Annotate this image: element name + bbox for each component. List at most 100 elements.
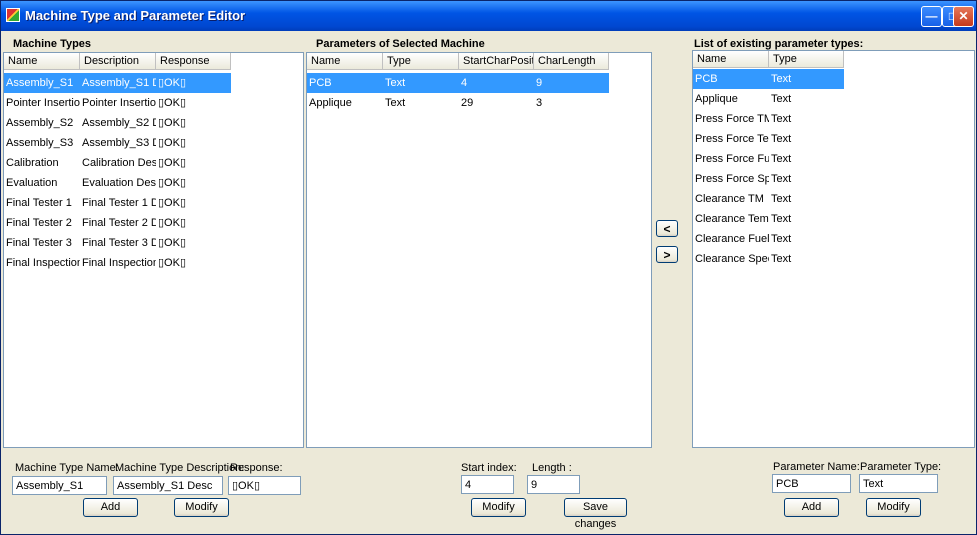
table-cell: Calibration: [6, 157, 59, 169]
column-header[interactable]: Type: [383, 53, 459, 70]
table-row[interactable]: Press Force FuelText: [693, 149, 844, 169]
table-cell: Assembly_S3 Desc: [82, 137, 156, 149]
column-header[interactable]: Type: [769, 51, 844, 68]
table-row[interactable]: Clearance Temp Text: [693, 209, 844, 229]
table-cell: ▯OK▯: [158, 97, 186, 109]
parameter-type-label: Parameter Type:: [860, 461, 942, 473]
table-row[interactable]: Assembly_S1 Assembly_S1 Desc▯OK▯: [4, 73, 231, 93]
table-cell: Clearance Speedo: [695, 253, 769, 265]
table-row[interactable]: Final Inspection Final Inspection ▯OK▯: [4, 253, 231, 273]
move-right-button[interactable]: >: [656, 246, 678, 263]
column-header-row: NameTypeStartCharPositionCharLength: [307, 53, 609, 70]
table-cell: Press Force Spee...: [695, 173, 769, 185]
table-cell: Clearance TM: [695, 193, 764, 205]
table-cell: 29: [461, 97, 474, 109]
modify-parameter-type-button[interactable]: Modify: [866, 498, 921, 517]
table-row[interactable]: PCB Text: [693, 69, 844, 89]
start-index-input[interactable]: [461, 475, 514, 494]
modify-machine-button[interactable]: Modify: [174, 498, 229, 517]
table-row[interactable]: Press Force TM Text: [693, 109, 844, 129]
table-cell: Clearance Fuel: [695, 233, 769, 245]
table-cell: Press Force TM: [695, 113, 769, 125]
table-cell: Assembly_S1 Desc: [82, 77, 156, 89]
table-cell: 3: [536, 97, 543, 109]
column-header[interactable]: Name: [693, 51, 769, 68]
column-header[interactable]: Response: [156, 53, 231, 70]
table-row[interactable]: Clearance Fuel Text: [693, 229, 844, 249]
table-cell: Text: [771, 213, 792, 225]
table-row[interactable]: Final Tester 1 Final Tester 1 Desc▯OK▯: [4, 193, 231, 213]
length-label: Length :: [532, 462, 572, 474]
table-cell: Text: [771, 93, 792, 105]
parameter-type-input[interactable]: [859, 474, 938, 493]
response-input[interactable]: [228, 476, 301, 495]
table-row[interactable]: Applique Text: [693, 89, 844, 109]
column-header[interactable]: Name: [4, 53, 80, 70]
table-cell: Final Tester 3 Desc: [82, 237, 156, 249]
save-changes-button[interactable]: Save changes: [564, 498, 627, 530]
table-cell: Applique: [695, 93, 738, 105]
machine-desc-input[interactable]: [113, 476, 223, 495]
machine-name-label: Machine Type Name:: [15, 462, 119, 474]
table-row[interactable]: Calibration Calibration Desc ▯OK▯: [4, 153, 231, 173]
table-cell: Assembly_S3: [6, 137, 74, 149]
table-row[interactable]: PCB Text 4 9: [307, 73, 609, 93]
table-row[interactable]: Final Tester 3 Final Tester 3 Desc▯OK▯: [4, 233, 231, 253]
table-cell: ▯OK▯: [158, 197, 186, 209]
table-cell: ▯OK▯: [158, 257, 186, 269]
column-header-row: Name Description Response: [4, 53, 231, 70]
table-cell: Clearance Temp: [695, 213, 769, 225]
column-header[interactable]: Description: [80, 53, 156, 70]
column-header[interactable]: StartCharPosition: [459, 53, 534, 70]
table-row[interactable]: Pointer InsertionPointer Insertion ...▯O…: [4, 93, 231, 113]
minimize-button[interactable]: —: [921, 6, 942, 27]
table-cell: PCB: [309, 77, 332, 89]
table-row[interactable]: Clearance SpeedoText: [693, 249, 844, 269]
table-cell: Text: [771, 233, 792, 245]
table-cell: Text: [771, 73, 792, 85]
table-cell: Text: [771, 253, 792, 265]
table-cell: ▯OK▯: [158, 117, 186, 129]
table-cell: Assembly_S2: [6, 117, 74, 129]
parameters-list[interactable]: NameTypeStartCharPositionCharLength PCB Te…: [306, 52, 652, 448]
param-types-list[interactable]: Name Type PCB Text Applique Text Press Force T…: [692, 50, 975, 448]
table-row[interactable]: Clearance TM Text: [693, 189, 844, 209]
machine-name-input[interactable]: [12, 476, 107, 495]
table-row[interactable]: Assembly_S2 Assembly_S2 Desc▯OK▯: [4, 113, 231, 133]
length-input[interactable]: [527, 475, 580, 494]
table-row[interactable]: Evaluation Evaluation Desc ▯OK▯: [4, 173, 231, 193]
table-cell: Final Inspection: [82, 257, 156, 269]
table-row[interactable]: Final Tester 2 Final Tester 2 Desc▯OK▯: [4, 213, 231, 233]
column-header[interactable]: CharLength: [534, 53, 609, 70]
table-cell: ▯OK▯: [158, 237, 186, 249]
parameter-name-input[interactable]: [772, 474, 851, 493]
editor-window: Machine Type and Parameter Editor — □ ✕ …: [0, 0, 977, 535]
table-cell: Text: [771, 113, 792, 125]
table-cell: Pointer Insertion ...: [82, 97, 156, 109]
table-cell: Text: [771, 193, 792, 205]
title-bar[interactable]: Machine Type and Parameter Editor — □ ✕: [1, 1, 976, 31]
close-button[interactable]: ✕: [953, 6, 974, 27]
table-row[interactable]: Press Force TempText: [693, 129, 844, 149]
machine-desc-label: Machine Type Description:: [115, 462, 245, 474]
table-cell: Press Force Temp: [695, 133, 769, 145]
machine-types-list[interactable]: Name Description Response Assembly_S1 Assemb…: [3, 52, 304, 448]
table-cell: Final Tester 2 Desc: [82, 217, 156, 229]
machine-types-label: Machine Types: [13, 38, 92, 50]
table-cell: Text: [771, 173, 792, 185]
table-row[interactable]: Assembly_S3 Assembly_S3 Desc▯OK▯: [4, 133, 231, 153]
table-cell: ▯OK▯: [158, 217, 186, 229]
table-cell: ▯OK▯: [158, 137, 186, 149]
edit-panel: Machine Type Name: Machine Type Descript…: [4, 450, 975, 532]
table-cell: Assembly_S1: [6, 77, 74, 89]
table-cell: Evaluation Desc: [82, 177, 156, 189]
table-row[interactable]: Applique Text 29 3: [307, 93, 609, 113]
param-types-label: List of existing parameter types:: [694, 38, 864, 50]
start-index-label: Start index:: [461, 462, 517, 474]
column-header[interactable]: Name: [307, 53, 383, 70]
add-parameter-type-button[interactable]: Add: [784, 498, 839, 517]
add-machine-button[interactable]: Add: [83, 498, 138, 517]
move-left-button[interactable]: <: [656, 220, 678, 237]
table-row[interactable]: Press Force Spee...Text: [693, 169, 844, 189]
modify-parameter-button[interactable]: Modify: [471, 498, 526, 517]
